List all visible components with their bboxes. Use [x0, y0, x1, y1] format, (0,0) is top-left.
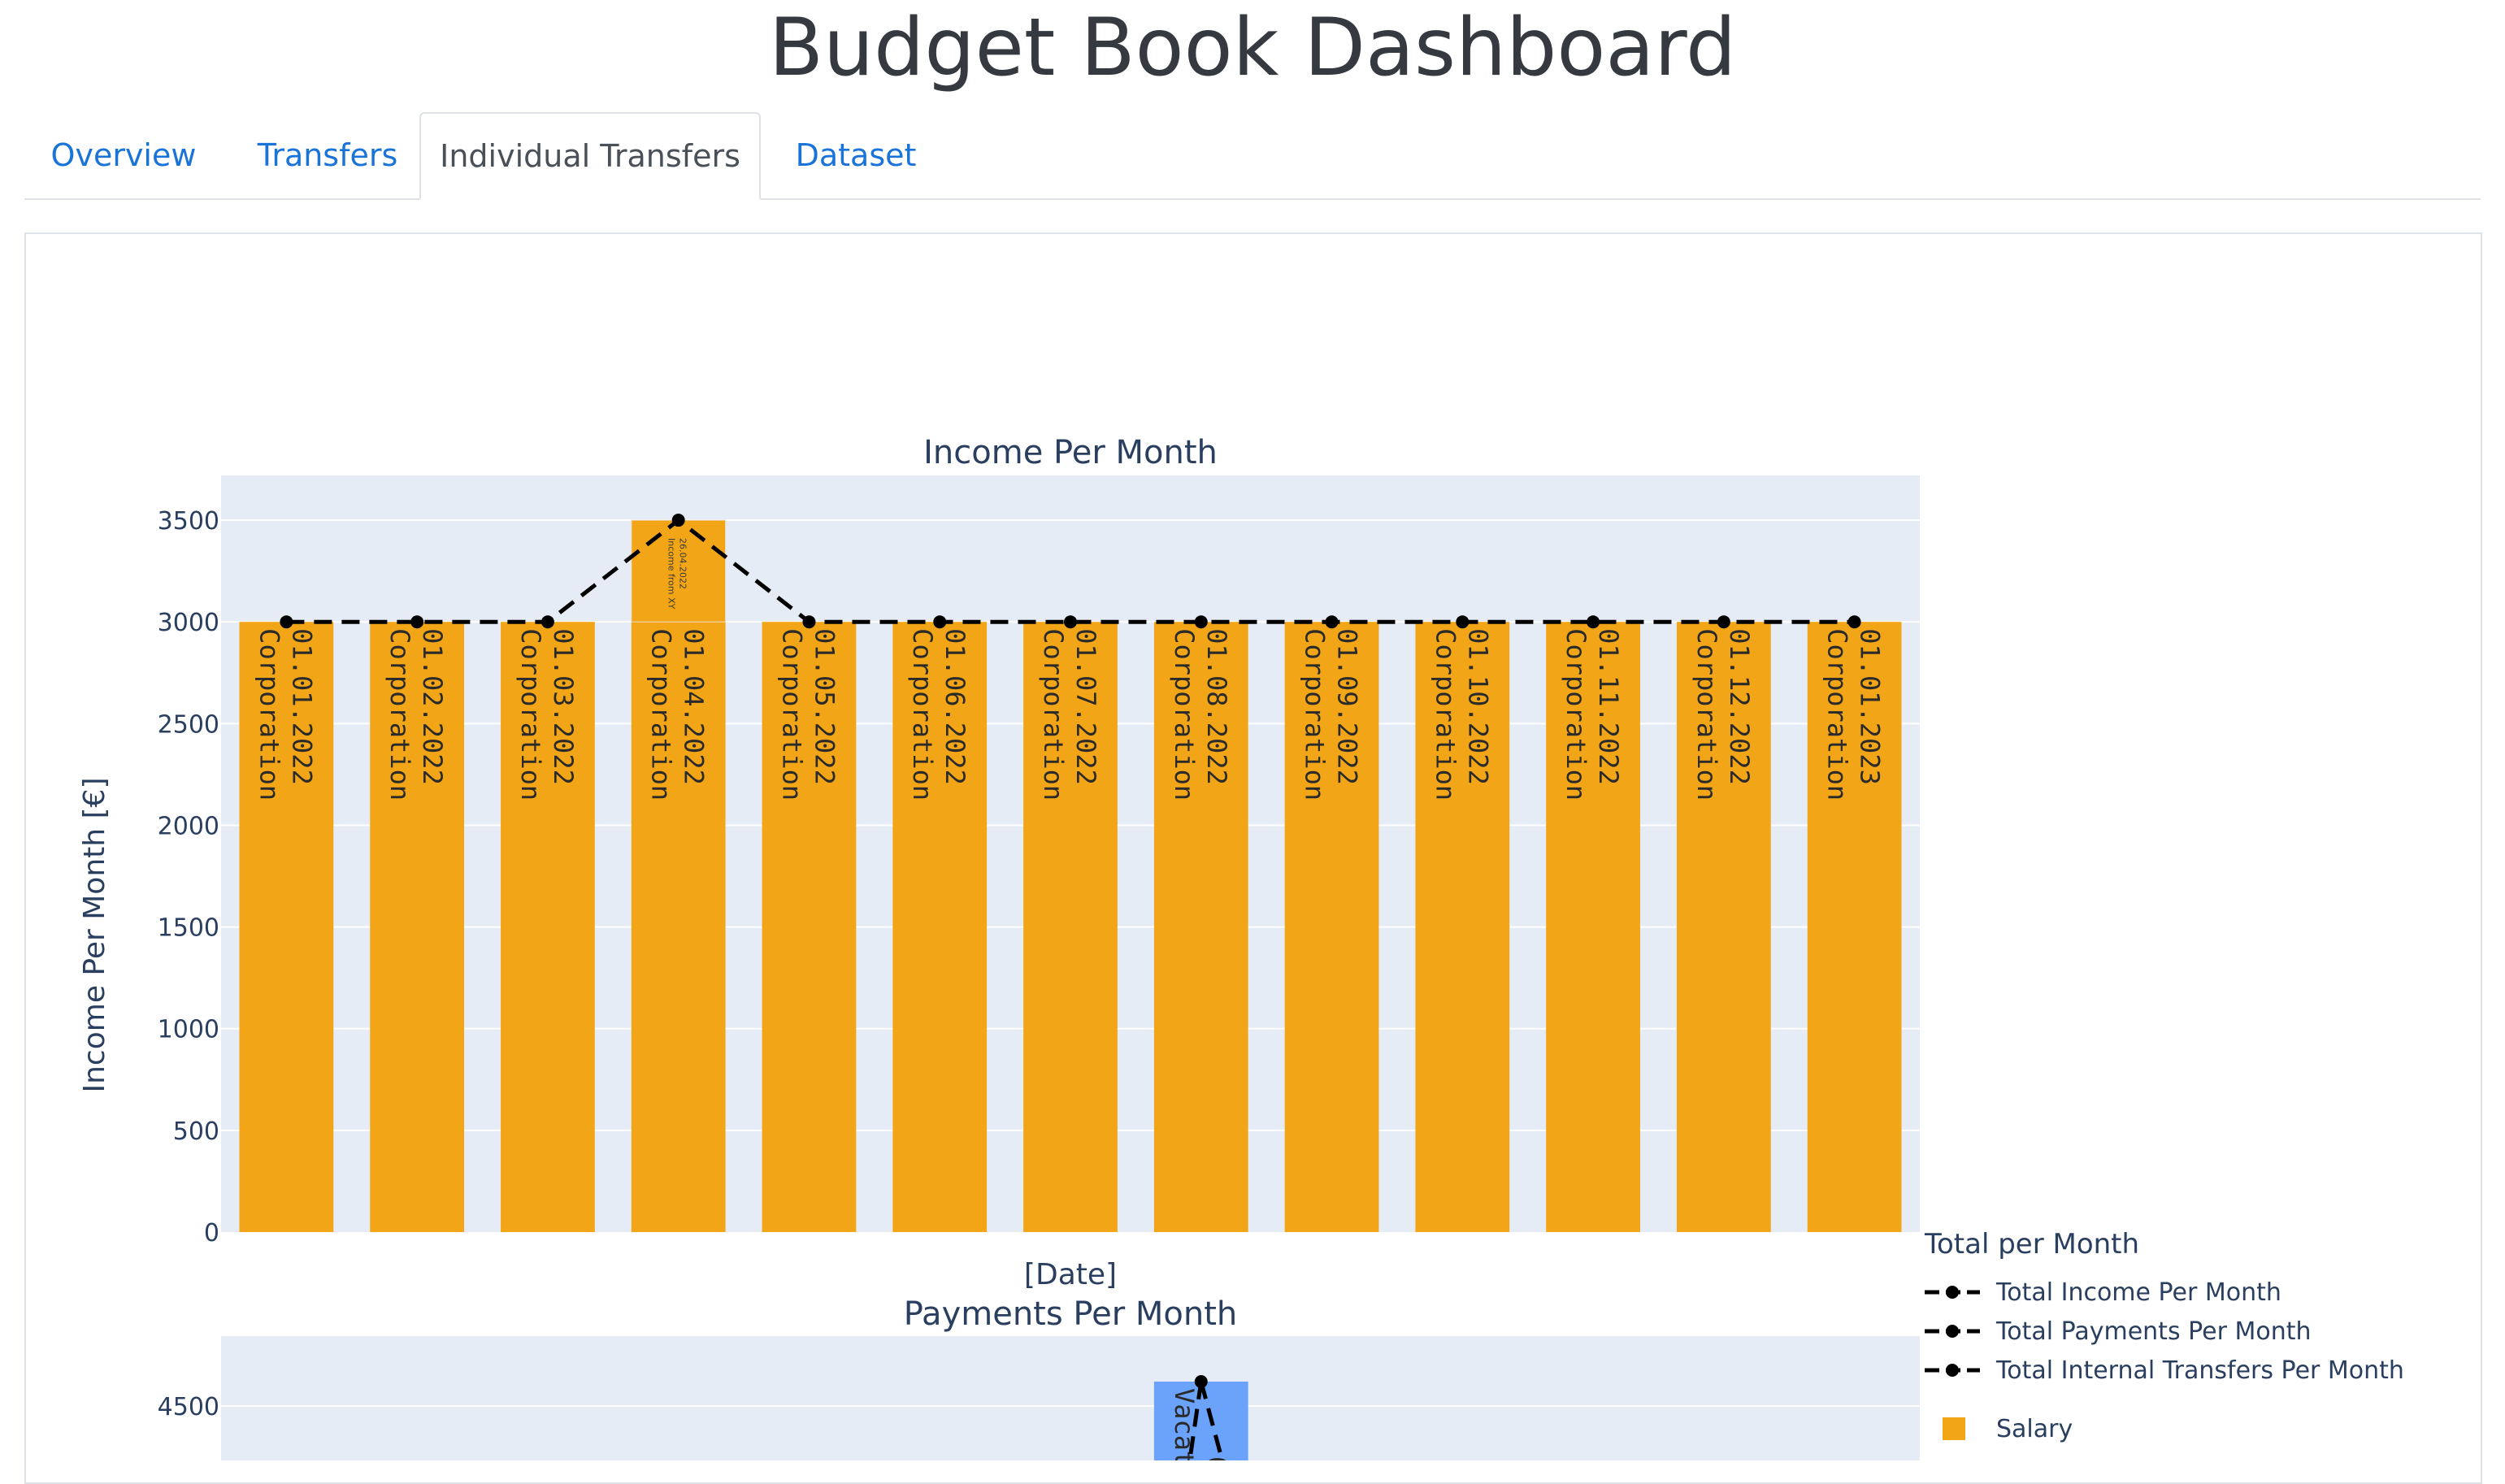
legend-marker[interactable] [1946, 1364, 1959, 1377]
bar-label-date: 01.10.2022 [1462, 628, 1493, 785]
bar-label-name: Corporation [1300, 628, 1331, 801]
bar-label-date: 01.04.2022 [679, 628, 710, 785]
bar-label-name: Corporation [1169, 628, 1200, 801]
bar-label-name-small: Income from XY [666, 538, 677, 610]
chart-area: 0 500 1000 1500 2000 2500 3000 3500 Income Per M… [78, 434, 2404, 1460]
bar-label-date: 01.12.2022 [1724, 628, 1755, 785]
income-y-tick-label: 1500 [158, 914, 219, 943]
payments-chart-title: Payments Per Month [904, 1295, 1238, 1333]
bar-label-name: Corporation [1038, 628, 1069, 801]
legend-marker[interactable] [1946, 1325, 1959, 1338]
total-income-point[interactable] [671, 514, 685, 527]
bar-label-name: Corporation [907, 628, 938, 801]
bar-label-date: 01.05.2022 [809, 628, 840, 785]
total-income-point[interactable] [1194, 615, 1208, 629]
payments-y-tick-label: 4500 [158, 1393, 219, 1421]
bar-label-name: Corporation [1691, 628, 1722, 801]
total-income-point[interactable] [1587, 615, 1600, 629]
income-y-tick-label: 2000 [158, 812, 219, 840]
bar-label-name: Corporation [1430, 628, 1461, 801]
income-y-tick-label: 3000 [158, 609, 219, 637]
total-income-point[interactable] [1064, 615, 1077, 629]
total-income-point[interactable] [280, 615, 293, 629]
legend-item-label[interactable]: Salary [1996, 1415, 2073, 1443]
total-income-point[interactable] [1456, 615, 1470, 629]
income-y-tick-label: 500 [173, 1117, 219, 1146]
bar-label-name: Corporation [254, 628, 284, 801]
bar-label-name: Corporation [384, 628, 415, 801]
payments-plot-area [221, 1336, 1920, 1460]
bar-label-name: Corporation [776, 628, 807, 801]
total-income-point[interactable] [1717, 615, 1730, 629]
income-x-axis-title: [Date] [1024, 1258, 1117, 1291]
bar-label-date-small: 26.04.2022 [678, 538, 688, 589]
total-income-point[interactable] [802, 615, 816, 629]
bar-label-date: 01.07.2022 [1070, 628, 1101, 785]
income-y-tick-label: 0 [204, 1219, 219, 1248]
legend-item-label[interactable]: Total Internal Transfers Per Month [1995, 1356, 2404, 1385]
total-income-point[interactable] [1847, 615, 1861, 629]
bar-label-name: Corporation [1822, 628, 1853, 801]
income-chart-title: Income Per Month [923, 434, 1218, 471]
bar-label-date: 01.09.2022 [1332, 628, 1363, 785]
legend-title: Total per Month [1924, 1228, 2139, 1261]
legend-item-label[interactable]: Total Income Per Month [1995, 1278, 2281, 1307]
total-income-point[interactable] [1325, 615, 1339, 629]
legend-item-label[interactable]: Total Payments Per Month [1995, 1317, 2311, 1346]
bar-label-date: 01.01.2023 [1855, 628, 1886, 785]
bar-label-date: 01.11.2022 [1593, 628, 1624, 785]
bar-label-date: 01.06.2022 [940, 628, 970, 785]
bar-label-name: Corporation [646, 628, 677, 801]
bar-label-name: Corporation [515, 628, 546, 801]
income-y-tick-label: 3500 [158, 507, 219, 536]
income-y-tick-label: 1000 [158, 1016, 219, 1044]
bar-label-date: 01.01.2022 [286, 628, 317, 785]
bar-label-date: 01.08.2022 [1201, 628, 1232, 785]
bar-label-name: Corporation [1561, 628, 1591, 801]
income-y-axis-title: Income Per Month [€] [78, 777, 111, 1092]
total-income-point[interactable] [410, 615, 424, 629]
income-y-tick-label: 2500 [158, 710, 219, 739]
legend-marker[interactable] [1946, 1286, 1959, 1299]
bar-label-date: 05 [1201, 1456, 1232, 1460]
total-payments-point[interactable] [1194, 1375, 1208, 1388]
bar-label-date: 01.03.2022 [548, 628, 579, 785]
total-income-point[interactable] [933, 615, 947, 629]
legend-salary-swatch[interactable] [1943, 1417, 1965, 1440]
total-income-point[interactable] [541, 615, 554, 629]
bar-label-date: 01.02.2022 [417, 628, 448, 785]
